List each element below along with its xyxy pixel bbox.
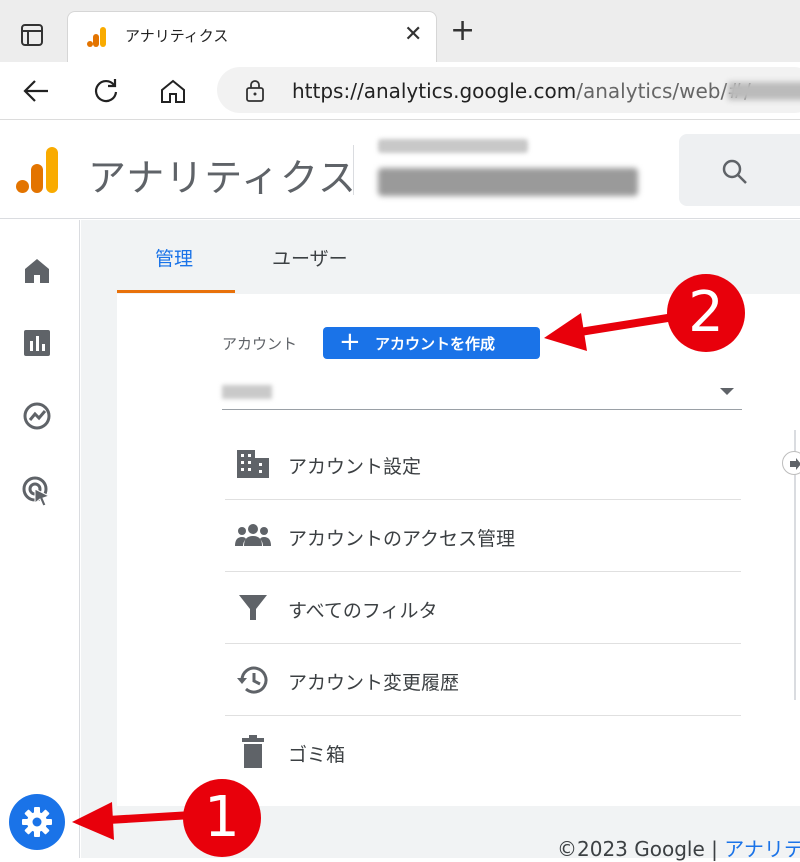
- lock-icon[interactable]: [245, 79, 265, 103]
- filter-icon: [239, 595, 267, 620]
- address-bar[interactable]: https://analytics.google.com/analytics/w…: [217, 67, 800, 113]
- analytics-favicon-icon: [87, 27, 106, 47]
- menu-item-account-settings[interactable]: アカウント設定: [225, 428, 741, 500]
- menu-item-all-filters[interactable]: すべてのフィルタ: [225, 572, 741, 644]
- tab-actions-icon[interactable]: [20, 23, 44, 47]
- copyright-text: ©2023 Google |: [557, 837, 725, 861]
- admin-settings-button[interactable]: [9, 794, 65, 850]
- close-tab-icon[interactable]: ✕: [404, 22, 422, 47]
- browser-toolbar: https://analytics.google.com/analytics/w…: [0, 62, 800, 120]
- menu-item-trash[interactable]: ゴミ箱: [225, 716, 741, 788]
- url-text: https://analytics.google.com/analytics/w…: [292, 79, 800, 103]
- reports-icon[interactable]: [20, 326, 54, 360]
- active-tab-indicator: [117, 290, 235, 293]
- app-header: アナリティクス 「: [0, 121, 800, 219]
- tab-title: アナリティクス: [125, 27, 229, 45]
- home-icon[interactable]: [20, 254, 54, 288]
- menu-item-label: アカウント設定: [288, 456, 422, 478]
- menu-item-change-history[interactable]: アカウント変更履歴: [225, 644, 741, 716]
- property-selector-redacted[interactable]: [378, 168, 638, 196]
- reload-icon[interactable]: [92, 77, 120, 105]
- browser-tab-bar: アナリティクス ✕ +: [0, 0, 800, 62]
- plus-icon: +: [339, 327, 361, 357]
- menu-item-label: すべてのフィルタ: [288, 600, 438, 622]
- building-icon: [237, 450, 269, 478]
- browser-tab[interactable]: アナリティクス ✕: [67, 11, 437, 62]
- account-column-label: アカウント: [222, 335, 298, 353]
- trash-icon: [242, 735, 264, 768]
- search-placeholder-fragment: 「: [789, 156, 800, 188]
- menu-item-account-access[interactable]: アカウントのアクセス管理: [225, 500, 741, 572]
- app-title: アナリティクス: [88, 156, 357, 200]
- account-dropdown[interactable]: [222, 376, 742, 410]
- gear-icon: [22, 807, 52, 837]
- home-page-icon[interactable]: [159, 78, 187, 104]
- url-redacted: [728, 82, 800, 100]
- create-account-button[interactable]: + アカウントを作成: [323, 327, 540, 359]
- new-tab-button[interactable]: +: [450, 16, 475, 46]
- annotation-badge-1: 1: [183, 779, 261, 857]
- dropdown-arrow-icon[interactable]: [720, 388, 734, 395]
- header-divider: [353, 145, 354, 195]
- explore-icon[interactable]: [20, 399, 54, 433]
- left-nav-rail: [0, 220, 80, 858]
- analytics-logo-icon: [16, 147, 58, 193]
- search-box[interactable]: 「: [679, 134, 800, 206]
- tab-admin[interactable]: 管理: [155, 244, 193, 271]
- people-icon: [235, 524, 271, 546]
- annotation-badge-2: 2: [667, 274, 745, 352]
- create-account-label: アカウントを作成: [375, 335, 496, 353]
- history-icon: [237, 666, 268, 694]
- arrow-right-icon: [790, 458, 800, 470]
- expand-column-icon[interactable]: [782, 451, 800, 475]
- back-arrow-icon[interactable]: [22, 78, 50, 104]
- footer-link[interactable]: アナリテ: [724, 837, 800, 861]
- menu-item-label: ゴミ箱: [288, 744, 346, 766]
- tab-user[interactable]: ユーザー: [272, 244, 348, 271]
- account-path-redacted[interactable]: [378, 139, 528, 153]
- menu-item-label: アカウント変更履歴: [288, 672, 460, 694]
- url-host: https://analytics.google.com: [292, 79, 577, 103]
- advertising-icon[interactable]: [20, 474, 54, 508]
- account-dropdown-value-redacted: [222, 385, 272, 399]
- url-path: /analytics/web/#/: [576, 79, 751, 103]
- menu-item-label: アカウントのアクセス管理: [288, 528, 516, 550]
- search-icon[interactable]: [721, 158, 749, 186]
